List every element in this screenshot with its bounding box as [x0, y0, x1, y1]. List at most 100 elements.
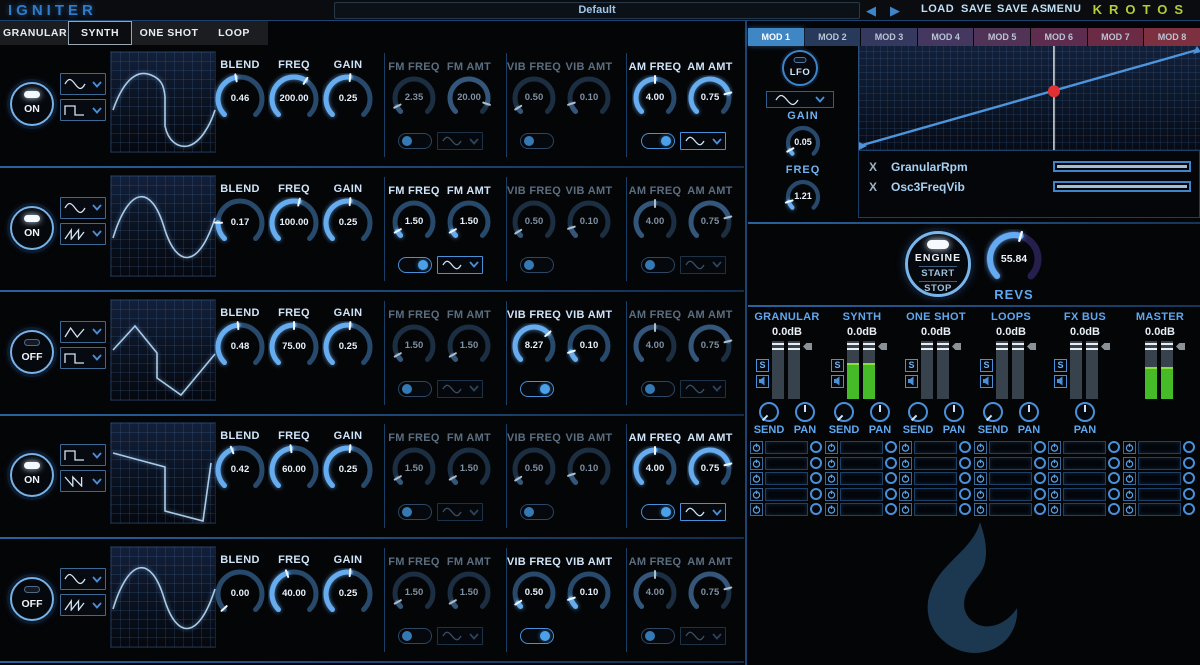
revs-knob[interactable]: 55.84: [984, 229, 1044, 289]
tab-loop[interactable]: LOOP: [204, 21, 264, 45]
matrix-knob[interactable]: [1108, 472, 1120, 484]
knob-vib-freq[interactable]: VIB FREQ0.50: [505, 185, 563, 245]
menu-button[interactable]: MENU: [1047, 3, 1081, 15]
matrix-knob[interactable]: [959, 457, 971, 469]
matrix-slider-track[interactable]: [840, 488, 883, 501]
matrix-power-button[interactable]: [974, 488, 987, 501]
preset-name-field[interactable]: Default: [334, 2, 860, 19]
matrix-power-button[interactable]: [825, 503, 838, 516]
matrix-slider-track[interactable]: [840, 503, 883, 516]
knob-am-amt[interactable]: AM AMT0.75: [681, 309, 739, 369]
knob-am-freq[interactable]: AM FREQ4.00: [626, 185, 684, 245]
mod-tab-8[interactable]: MOD 8: [1144, 28, 1200, 46]
knob-gain[interactable]: GAIN0.25: [316, 430, 380, 496]
mute-speaker-button[interactable]: [756, 375, 769, 388]
am-wave-dropdown[interactable]: [680, 503, 726, 521]
fader-cap[interactable]: [1086, 343, 1098, 345]
matrix-knob[interactable]: [959, 503, 971, 515]
fm-enable-toggle[interactable]: [398, 257, 432, 273]
waveform-select-1[interactable]: [60, 321, 106, 343]
osc-power-button[interactable]: OFF: [10, 330, 54, 374]
matrix-slider-track[interactable]: [989, 457, 1032, 470]
fader-cap[interactable]: [1070, 343, 1082, 345]
matrix-slider-track[interactable]: [1138, 472, 1181, 485]
mod-tab-1[interactable]: MOD 1: [748, 28, 804, 46]
am-enable-toggle[interactable]: [641, 257, 675, 273]
am-wave-dropdown[interactable]: [680, 380, 726, 398]
matrix-power-button[interactable]: [825, 488, 838, 501]
fader-handle-icon[interactable]: [878, 343, 887, 350]
fm-enable-toggle[interactable]: [398, 504, 432, 520]
fader-cap[interactable]: [921, 343, 933, 345]
matrix-knob[interactable]: [1183, 472, 1195, 484]
matrix-knob[interactable]: [959, 488, 971, 500]
matrix-power-button[interactable]: [1123, 488, 1136, 501]
matrix-knob[interactable]: [1183, 488, 1195, 500]
matrix-slider-track[interactable]: [1063, 488, 1106, 501]
matrix-slider-track[interactable]: [1063, 441, 1106, 454]
knob-vib-amt[interactable]: VIB AMT0.10: [560, 309, 618, 369]
knob-vib-freq[interactable]: VIB FREQ0.50: [505, 556, 563, 616]
fader-handle-icon[interactable]: [803, 343, 812, 350]
matrix-power-button[interactable]: [899, 488, 912, 501]
waveform-select-1[interactable]: [60, 197, 106, 219]
fader-cap[interactable]: [1012, 343, 1024, 345]
knob-vib-freq[interactable]: VIB FREQ0.50: [505, 432, 563, 492]
knob-gain[interactable]: GAIN0.25: [316, 183, 380, 249]
knob-am-amt[interactable]: AM AMT0.75: [681, 556, 739, 616]
knob-vib-freq[interactable]: VIB FREQ0.50: [505, 61, 563, 121]
matrix-power-button[interactable]: [1048, 488, 1061, 501]
matrix-slider-track[interactable]: [989, 503, 1032, 516]
knob-fm-freq[interactable]: FM FREQ1.50: [385, 185, 443, 245]
fader-handle-icon[interactable]: [1027, 343, 1036, 350]
am-enable-toggle[interactable]: [641, 504, 675, 520]
matrix-knob[interactable]: [1034, 457, 1046, 469]
matrix-knob[interactable]: [810, 488, 822, 500]
matrix-slider-track[interactable]: [1063, 472, 1106, 485]
matrix-power-button[interactable]: [974, 503, 987, 516]
matrix-knob[interactable]: [1108, 457, 1120, 469]
matrix-knob[interactable]: [1034, 441, 1046, 453]
am-enable-toggle[interactable]: [641, 133, 675, 149]
matrix-knob[interactable]: [810, 441, 822, 453]
pan-knob[interactable]: [1019, 402, 1039, 422]
remove-assignment-icon[interactable]: X: [869, 160, 891, 174]
send-knob[interactable]: [759, 402, 779, 422]
knob-am-freq[interactable]: AM FREQ4.00: [626, 432, 684, 492]
fader-cap[interactable]: [863, 343, 875, 345]
matrix-power-button[interactable]: [750, 441, 763, 454]
save-as-button[interactable]: SAVE AS: [997, 3, 1048, 15]
preset-prev-icon[interactable]: ◀: [866, 2, 876, 19]
mod-tab-6[interactable]: MOD 6: [1031, 28, 1087, 46]
am-enable-toggle[interactable]: [641, 628, 675, 644]
waveform-select-2[interactable]: [60, 594, 106, 616]
matrix-knob[interactable]: [959, 472, 971, 484]
pan-knob[interactable]: [944, 402, 964, 422]
matrix-slider-track[interactable]: [765, 457, 808, 470]
matrix-slider-track[interactable]: [989, 472, 1032, 485]
tab-one-shot[interactable]: ONE SHOT: [134, 21, 204, 45]
matrix-power-button[interactable]: [750, 488, 763, 501]
mute-speaker-button[interactable]: [980, 375, 993, 388]
mod-tab-2[interactable]: MOD 2: [805, 28, 861, 46]
knob-vib-amt[interactable]: VIB AMT0.10: [560, 432, 618, 492]
knob-fm-freq[interactable]: FM FREQ2.35: [385, 61, 443, 121]
solo-button[interactable]: S: [905, 359, 918, 372]
osc-power-button[interactable]: ON: [10, 206, 54, 250]
matrix-slider-track[interactable]: [989, 441, 1032, 454]
pan-knob[interactable]: [1075, 402, 1095, 422]
matrix-power-button[interactable]: [974, 457, 987, 470]
matrix-power-button[interactable]: [1048, 441, 1061, 454]
matrix-knob[interactable]: [1183, 441, 1195, 453]
matrix-power-button[interactable]: [1123, 457, 1136, 470]
mod-tab-7[interactable]: MOD 7: [1088, 28, 1144, 46]
matrix-knob[interactable]: [1108, 488, 1120, 500]
waveform-select-1[interactable]: [60, 73, 106, 95]
osc-power-button[interactable]: ON: [10, 453, 54, 497]
matrix-knob[interactable]: [810, 503, 822, 515]
waveform-select-2[interactable]: [60, 223, 106, 245]
fm-wave-dropdown[interactable]: [437, 132, 483, 150]
matrix-power-button[interactable]: [1123, 472, 1136, 485]
matrix-slider-track[interactable]: [1138, 441, 1181, 454]
vib-enable-toggle[interactable]: [520, 504, 554, 520]
